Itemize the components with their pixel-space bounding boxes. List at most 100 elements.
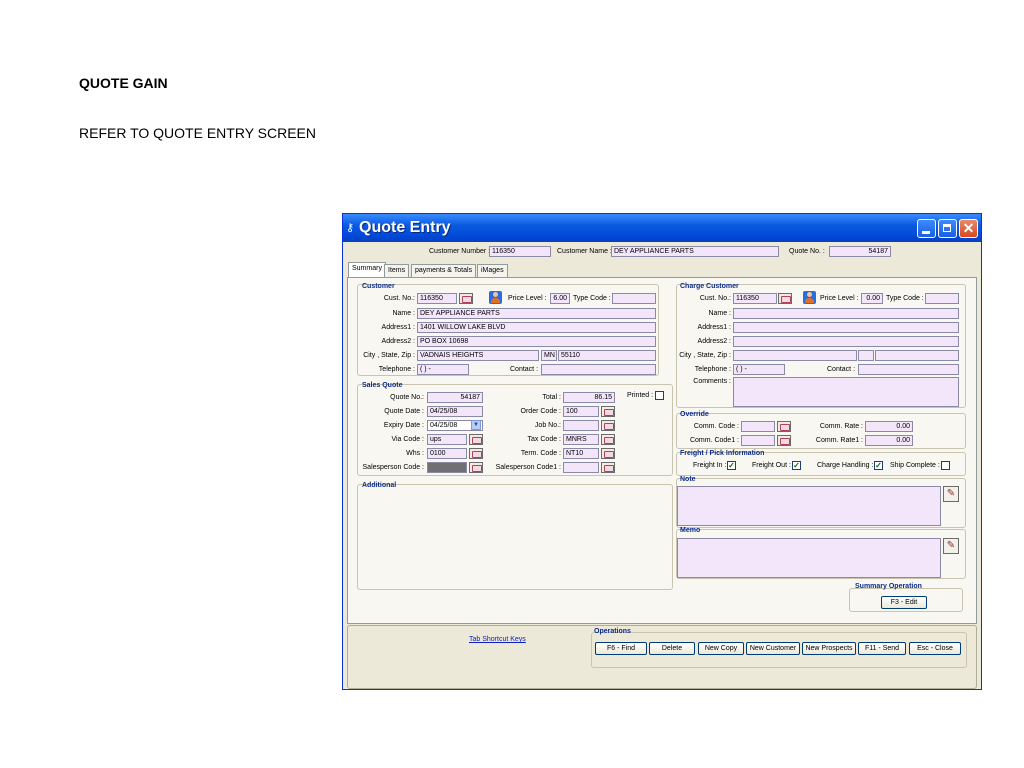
send-button[interactable]: F11 - Send [858,642,906,655]
charge-name-field[interactable] [733,308,959,319]
job-no-field[interactable] [563,420,599,431]
total-field[interactable]: 86.15 [563,392,615,403]
name-field[interactable]: DEY APPLIANCE PARTS [417,308,656,319]
ship-complete-checkbox[interactable] [941,461,950,470]
salesperson-code1-label: Salesperson Code1 : [495,464,561,471]
contact-field[interactable] [541,364,656,375]
salesperson-code-field[interactable] [427,462,467,473]
comments-field[interactable] [733,377,959,407]
chevron-down-icon[interactable]: ▼ [471,420,481,430]
new-customer-button[interactable]: New Customer [746,642,800,655]
address1-field[interactable]: 1401 WILLOW LAKE BLVD [417,322,656,333]
whs-field[interactable]: 0100 [427,448,467,459]
minimize-button[interactable] [917,219,936,238]
comm-rate1-field[interactable]: 0.00 [865,435,913,446]
charge-telephone-field[interactable]: ( ) - [733,364,785,375]
override-title: Override [680,411,709,418]
charge-telephone-label: Telephone : [694,366,731,373]
salesperson-code1-field[interactable] [563,462,599,473]
charge-contact-field[interactable] [858,364,959,375]
address2-field[interactable]: PO BOX 10698 [417,336,656,347]
memo-edit-icon[interactable]: ✎ [943,538,959,554]
order-code-field[interactable]: 100 [563,406,599,417]
job-no-folder-icon[interactable] [601,420,615,431]
sq-quote-no-label: Quote No.: [390,394,424,401]
quote-date-field[interactable]: 04/25/08 [427,406,483,417]
folder-icon[interactable] [459,293,473,304]
new-prospects-button[interactable]: New Prospects [802,642,856,655]
maximize-button[interactable] [938,219,957,238]
customer-icon[interactable] [489,291,502,304]
charge-folder-icon[interactable] [778,293,792,304]
charge-price-level-field[interactable]: 0.00 [861,293,883,304]
term-code-field[interactable]: NT10 [563,448,599,459]
comm-code1-field[interactable] [741,435,775,446]
freight-out-label: Freight Out : [752,462,791,469]
charge-city-field[interactable] [733,350,857,361]
whs-folder-icon[interactable] [469,448,483,459]
sq-quote-no-field[interactable]: 54187 [427,392,483,403]
charge-type-code-field[interactable] [925,293,959,304]
tab-images[interactable]: iMages [477,264,508,277]
note-field[interactable] [677,486,941,526]
charge-cust-no-field[interactable]: 116350 [733,293,777,304]
cust-no-field[interactable]: 116350 [417,293,457,304]
address2-label: Address2 : [381,338,415,345]
customer-name-field[interactable]: DEY APPLIANCE PARTS [611,246,779,257]
charge-handling-label: Charge Handling : [817,462,874,469]
charge-customer-icon[interactable] [803,291,816,304]
via-code-folder-icon[interactable] [469,434,483,445]
zip-field[interactable]: 55110 [558,350,656,361]
charge-cust-no-label: Cust. No.: [699,295,731,302]
printed-checkbox[interactable] [655,391,664,400]
close-button[interactable]: ✕ [959,219,978,238]
state-field[interactable]: MN [541,350,557,361]
close-window-button[interactable]: Esc - Close [909,642,961,655]
memo-field[interactable] [677,538,941,578]
city-field[interactable]: VADNAIS HEIGHTS [417,350,539,361]
comm-rate-field[interactable]: 0.00 [865,421,913,432]
find-button[interactable]: F6 - Find [595,642,647,655]
note-title: Note [680,476,696,483]
price-level-field[interactable]: 6.00 [550,293,570,304]
charge-handling-checkbox[interactable]: ✓ [874,461,883,470]
title-bar[interactable]: ⚷ Quote Entry ✕ [343,214,981,242]
term-code-folder-icon[interactable] [601,448,615,459]
comm-code1-folder-icon[interactable] [777,435,791,446]
telephone-field[interactable]: ( ) - [417,364,469,375]
quote-no-field[interactable]: 54187 [829,246,891,257]
edit-button[interactable]: F3 - Edit [881,596,927,609]
summary-operation-title: Summary Operation [855,583,922,590]
order-code-folder-icon[interactable] [601,406,615,417]
printed-label: Printed : [627,392,654,399]
freight-in-label: Freight In : [693,462,727,469]
tax-code-folder-icon[interactable] [601,434,615,445]
quote-entry-window: ⚷ Quote Entry ✕ Customer Number : 116350… [342,213,982,690]
charge-type-code-label: Type Code : [886,295,924,302]
comments-label: Comments : [693,378,731,385]
customer-number-field[interactable]: 116350 [489,246,551,257]
comm-code-folder-icon[interactable] [777,421,791,432]
tab-items[interactable]: Items [384,264,410,277]
via-code-label: Via Code : [391,436,424,443]
tab-shortcut-keys-link[interactable]: Tab Shortcut Keys [469,636,526,643]
charge-state-field[interactable] [858,350,874,361]
note-edit-icon[interactable]: ✎ [943,486,959,502]
new-copy-button[interactable]: New Copy [698,642,744,655]
delete-button[interactable]: Delete [649,642,695,655]
charge-zip-field[interactable] [875,350,959,361]
charge-address2-field[interactable] [733,336,959,347]
salesperson-folder-icon[interactable] [469,462,483,473]
tab-summary[interactable]: Summary [348,262,386,278]
comm-code-field[interactable] [741,421,775,432]
via-code-field[interactable]: ups [427,434,467,445]
key-icon: ⚷ [346,222,355,234]
type-code-field[interactable] [612,293,656,304]
freight-in-checkbox[interactable]: ✓ [727,461,736,470]
salesperson1-folder-icon[interactable] [601,462,615,473]
charge-address1-field[interactable] [733,322,959,333]
freight-out-checkbox[interactable]: ✓ [792,461,801,470]
comm-rate1-label: Comm. Rate1 : [815,437,863,444]
tab-payments-totals[interactable]: payments & Totals [411,264,477,277]
tax-code-field[interactable]: MNRS [563,434,599,445]
